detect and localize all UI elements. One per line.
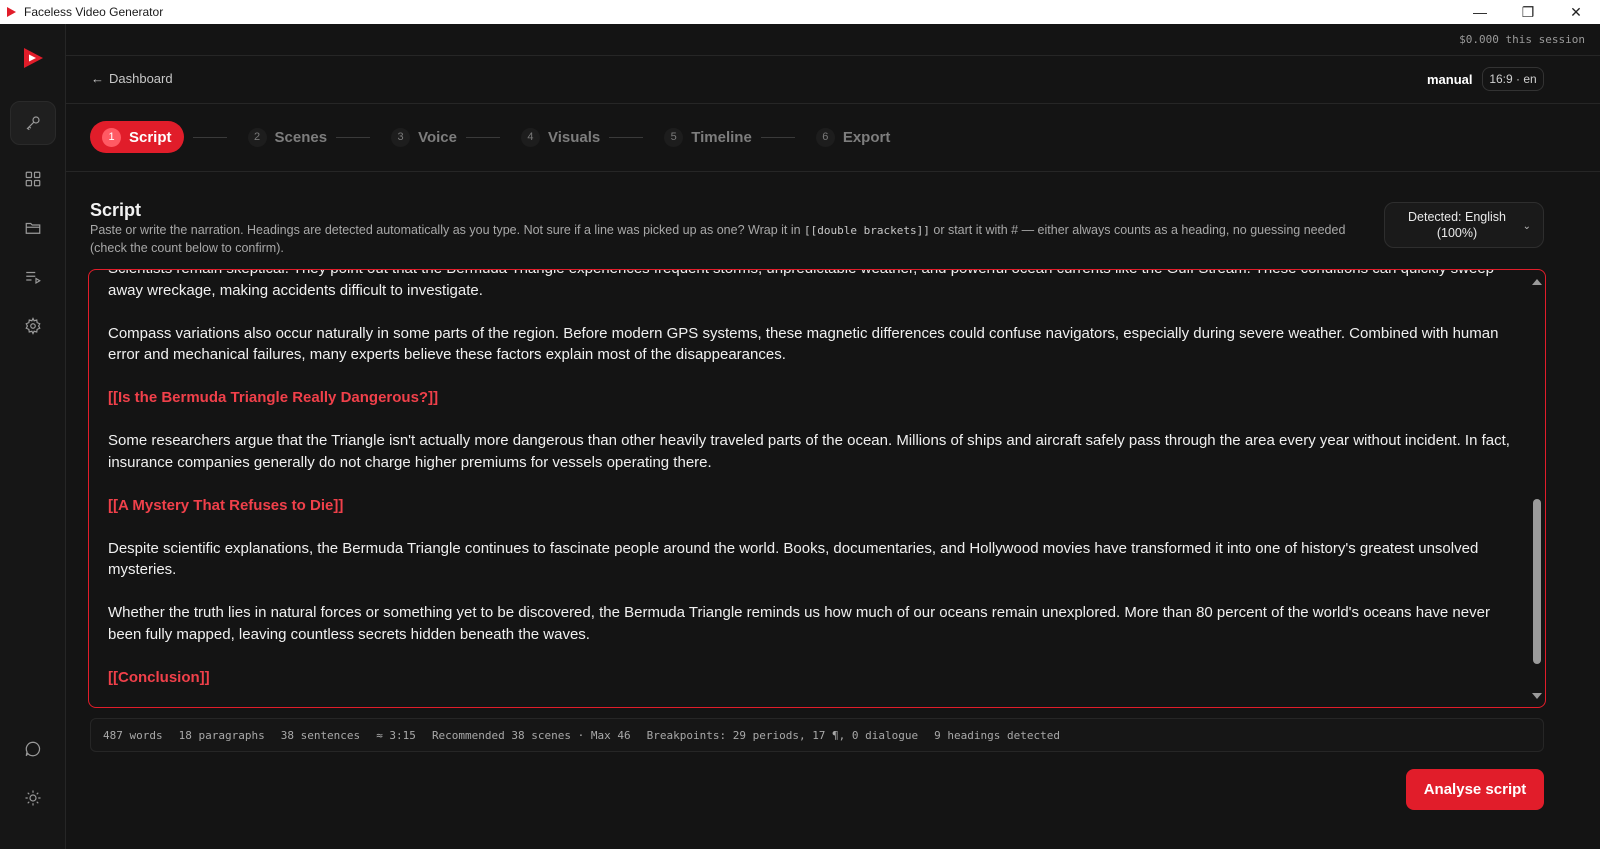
theme-icon [25, 790, 41, 806]
analyse-script-button[interactable]: Analyse script [1406, 769, 1544, 810]
sidebar-item-settings[interactable] [10, 304, 56, 348]
step-connector [465, 136, 500, 138]
divider [66, 171, 1600, 172]
stat-words: 487 words [103, 728, 163, 742]
sidebar-item-queue[interactable] [10, 255, 56, 299]
step-label: Script [129, 128, 172, 146]
divider [66, 103, 1600, 104]
description-text: Paste or write the narration. Headings a… [90, 223, 805, 237]
section-description: Paste or write the narration. Headings a… [90, 222, 1360, 256]
sidebar-rail [0, 24, 66, 849]
key-icon [26, 116, 40, 131]
step-voice[interactable]: 3 Voice [391, 121, 457, 153]
settings-icon [25, 317, 41, 335]
script-paragraph: Scientists remain skeptical. They point … [108, 270, 1494, 299]
editor-scrollbar[interactable] [1531, 274, 1543, 704]
step-connector [760, 136, 795, 138]
step-export[interactable]: 6 Export [815, 121, 891, 153]
step-visuals[interactable]: 4 Visuals [520, 121, 601, 153]
stat-headings: 9 headings detected [934, 728, 1060, 742]
step-connector [336, 136, 371, 138]
script-paragraph: Despite scientific explanations, the Ber… [108, 539, 1479, 579]
script-heading-line: [[Is the Bermuda Triangle Really Dangero… [108, 389, 439, 406]
script-editor[interactable]: Scientists remain skeptical. They point … [88, 269, 1546, 708]
minimize-button[interactable]: — [1456, 0, 1504, 24]
step-number: 3 [391, 127, 411, 147]
step-label: Visuals [547, 128, 601, 146]
grid-icon [25, 171, 41, 187]
step-label: Scenes [274, 128, 328, 146]
language-label: Detected: English [1408, 210, 1506, 224]
window-titlebar: Faceless Video Generator — ❐ ✕ [0, 0, 1600, 24]
mode-label: manual [1427, 72, 1473, 87]
script-paragraph: Some researchers argue that the Triangle… [108, 432, 1510, 471]
window-controls: — ❐ ✕ [1456, 0, 1600, 24]
chat-icon [25, 741, 41, 757]
session-cost: $0.000 this session [1459, 33, 1585, 46]
script-paragraph: Whether the truth lies in natural forces… [108, 604, 1490, 643]
step-connector [609, 136, 644, 138]
brand-logo-icon[interactable] [21, 46, 45, 70]
script-paragraph: Compass variations also occur naturally … [108, 324, 1499, 364]
script-heading-line: [[A Mystery That Refuses to Die]] [108, 496, 344, 514]
stat-duration: ≈ 3:15 [376, 728, 416, 742]
aspect-language-badge: 16:9 · en [1482, 67, 1544, 91]
step-number: 4 [520, 127, 540, 147]
folder-icon [25, 222, 41, 234]
sidebar-item-theme[interactable] [10, 776, 56, 820]
language-dropdown[interactable]: Detected: English (100%) ⌄ [1384, 202, 1544, 248]
close-button[interactable]: ✕ [1552, 0, 1600, 24]
scroll-up-icon[interactable] [1532, 279, 1542, 285]
script-editor-content[interactable]: Scientists remain skeptical. They point … [108, 270, 1518, 707]
section-title: Script [90, 200, 142, 220]
step-number: 1 [102, 127, 121, 147]
window-title: Faceless Video Generator [24, 5, 164, 19]
step-number: 2 [247, 127, 267, 147]
sidebar-item-projects[interactable] [10, 206, 56, 250]
step-label: Voice [418, 128, 457, 146]
step-connector [192, 136, 227, 138]
script-stats-bar: 487 words 18 paragraphs 38 sentences ≈ 3… [90, 718, 1544, 752]
script-heading-line: [[Conclusion]] [108, 668, 210, 686]
scroll-down-icon[interactable] [1532, 693, 1542, 699]
back-label: Dashboard [109, 71, 173, 86]
stat-recommended-scenes: Recommended 38 scenes · Max 46 [431, 728, 631, 742]
language-confidence: (100%) [1436, 226, 1478, 240]
arrow-left-icon: ← [91, 71, 104, 86]
step-scenes[interactable]: 2 Scenes [247, 121, 328, 153]
step-number: 6 [815, 127, 835, 147]
stat-breakpoints: Breakpoints: 29 periods, 17 ¶, 0 dialogu… [646, 728, 919, 742]
step-label: Export [842, 128, 891, 146]
sidebar-item-keys[interactable] [10, 101, 56, 145]
wizard-stepper: 1 Script 2 Scenes 3 Voice 4 Visuals 5 Ti… [90, 121, 890, 153]
divider [66, 55, 1600, 56]
sidebar-item-feedback[interactable] [10, 727, 56, 771]
maximize-button[interactable]: ❐ [1504, 0, 1552, 24]
playlist-icon [26, 271, 41, 285]
chevron-down-icon: ⌄ [1522, 221, 1531, 232]
step-number: 5 [664, 127, 684, 147]
app-logo-icon [6, 6, 17, 18]
step-script[interactable]: 1 Script [90, 121, 184, 153]
stat-paragraphs: 18 paragraphs [178, 728, 265, 742]
step-timeline[interactable]: 5 Timeline [664, 121, 752, 153]
stat-sentences: 38 sentences [280, 728, 361, 742]
scrollbar-thumb[interactable] [1533, 499, 1541, 664]
sidebar-item-dashboard[interactable] [10, 157, 56, 201]
step-label: Timeline [691, 128, 752, 146]
description-code: [[double brackets]] [804, 224, 930, 237]
back-to-dashboard-link[interactable]: ← Dashboard [91, 71, 173, 86]
